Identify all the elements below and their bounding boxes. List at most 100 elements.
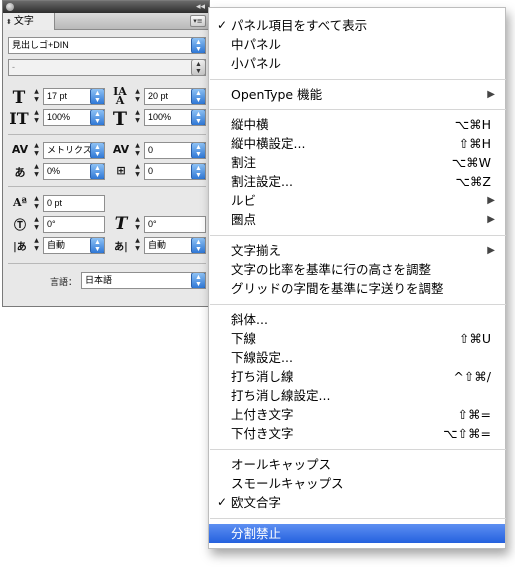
menu-item-no-break[interactable]: 分割禁止 [209, 524, 505, 543]
menu-item-ruby[interactable]: ルビ ▶ [209, 191, 505, 210]
menu-separator [210, 518, 506, 519]
aki-after-stepper[interactable]: ▲ ▼ [133, 237, 142, 254]
mojikumi-value: 0 [148, 166, 154, 176]
font-size-stepper[interactable]: ▲ ▼ [32, 88, 41, 105]
menu-item-kenten[interactable]: 圏点 ▶ [209, 210, 505, 229]
tracking-stepper[interactable]: ▲ ▼ [133, 142, 142, 159]
leading-stepper[interactable]: ▲ ▼ [133, 88, 142, 105]
leading-field[interactable]: 20 pt ▲ ▼ [144, 88, 206, 105]
horizontal-scale-stepper[interactable]: ▲ ▼ [133, 109, 142, 126]
menu-item-strikethrough[interactable]: 打ち消し線 ^⇧⌘/ [209, 367, 505, 386]
tsume-stepper[interactable]: ▲ ▼ [32, 163, 41, 180]
menu-item-small-caps[interactable]: スモールキャップス [209, 474, 505, 493]
leading-value: 20 pt [148, 91, 169, 101]
menu-item-warichu[interactable]: 割注 ⌥⌘W [209, 153, 505, 172]
tracking-icon: AV [112, 143, 130, 156]
tracking-dropdown-button[interactable]: ▲ ▼ [191, 143, 205, 158]
font-size-field[interactable]: 17 pt ▲ ▼ [43, 88, 105, 105]
baseline-shift-stepper[interactable]: ▲ ▼ [32, 195, 41, 212]
font-style-dropdown-button[interactable]: ▲ ▼ [191, 60, 205, 75]
font-size-dropdown-button[interactable]: ▲ ▼ [90, 89, 104, 104]
aki-after-field[interactable]: 自動 ▲ ▼ [144, 237, 206, 254]
menu-separator [210, 449, 506, 450]
menu-item-tatechuyoko-settings[interactable]: 縦中横設定... ⇧⌘H [209, 134, 505, 153]
tsume-dropdown-button[interactable]: ▲ ▼ [90, 164, 104, 179]
kerning-dropdown-button[interactable]: ▲ ▼ [90, 143, 104, 158]
char-rotation-field[interactable]: 0° [43, 216, 105, 233]
tracking-field[interactable]: 0 ▲ ▼ [144, 142, 206, 159]
character-panel: ◂◂ ⬍ 文字 ▾≡ 見出しゴ+DIN ▲ ▼ - ▲ ▼ T ▲ ▼ 17 pt ▲… [2, 0, 210, 307]
aki-before-dropdown-button[interactable]: ▲ ▼ [90, 238, 104, 253]
menu-item-underline[interactable]: 下線 ⇧⌘U [209, 329, 505, 348]
menu-item-underline-settings[interactable]: 下線設定... [209, 348, 505, 367]
mojikumi-dropdown-button[interactable]: ▲ ▼ [191, 164, 205, 179]
aki-before-icon: |あ [13, 242, 27, 253]
menu-item-grid-spacing[interactable]: グリッドの字間を基準に字送りを調整 [209, 279, 505, 298]
skew-field[interactable]: 0° [144, 216, 206, 233]
menu-item-line-height-by-ratio[interactable]: 文字の比率を基準に行の高さを調整 [209, 260, 505, 279]
font-size-icon: T [12, 88, 26, 108]
menu-item-all-caps[interactable]: オールキャップス [209, 455, 505, 474]
submenu-arrow-icon: ▶ [487, 89, 495, 100]
horizontal-scale-value: 100% [148, 112, 172, 122]
menu-item-tatechuyoko[interactable]: 縦中横 ⌥⌘H [209, 115, 505, 134]
collapse-arrows-icon[interactable]: ◂◂ [196, 2, 205, 12]
menu-item-show-all-options[interactable]: ✓ パネル項目をすべて表示 [209, 16, 505, 35]
kerning-field[interactable]: メトリクス ▲ ▼ [43, 142, 105, 159]
language-dropdown[interactable]: 日本語 ▲ ▼ [81, 272, 206, 289]
tab-label: 文字 [13, 15, 34, 27]
submenu-arrow-icon: ▶ [487, 214, 495, 225]
horizontal-scale-field[interactable]: 100% ▲ ▼ [144, 109, 206, 126]
mojikumi-stepper[interactable]: ▲ ▼ [133, 163, 142, 180]
font-family-value: 見出しゴ+DIN [12, 40, 69, 50]
leading-icon: IA A [113, 85, 127, 107]
panel-divider [8, 134, 206, 135]
menu-item-strikethrough-settings[interactable]: 打ち消し線設定... [209, 386, 505, 405]
vertical-scale-field[interactable]: 100% ▲ ▼ [43, 109, 105, 126]
menu-item-character-alignment[interactable]: 文字揃え ▶ [209, 241, 505, 260]
baseline-shift-field[interactable]: 0 pt [43, 195, 105, 212]
menu-separator [210, 304, 506, 305]
close-icon[interactable] [6, 3, 14, 11]
menu-item-italic[interactable]: 斜体... [209, 310, 505, 329]
menu-item-warichu-settings[interactable]: 割注設定... ⌥⌘Z [209, 172, 505, 191]
panel-tabbar: ⬍ 文字 ▾≡ [3, 13, 209, 30]
menu-item-superscript[interactable]: 上付き文字 ⇧⌘= [209, 405, 505, 424]
menu-item-ligatures[interactable]: ✓ 欧文合字 [209, 493, 505, 512]
leading-dropdown-button[interactable]: ▲ ▼ [191, 89, 205, 104]
mojikumi-field[interactable]: 0 ▲ ▼ [144, 163, 206, 180]
menu-separator [210, 79, 506, 80]
menu-item-small-panel[interactable]: 小パネル [209, 54, 505, 73]
kerning-stepper[interactable]: ▲ ▼ [32, 142, 41, 159]
aki-after-icon: あ| [114, 242, 128, 253]
menu-item-subscript[interactable]: 下付き文字 ⌥⇧⌘= [209, 424, 505, 443]
horizontal-scale-dropdown-button[interactable]: ▲ ▼ [191, 110, 205, 125]
menu-item-opentype[interactable]: OpenType 機能 ▶ [209, 85, 505, 104]
panel-menu-button[interactable]: ▾≡ [190, 15, 206, 27]
aki-after-value: 自動 [148, 240, 167, 250]
tsume-field[interactable]: 0% ▲ ▼ [43, 163, 105, 180]
char-rotation-icon: Ⓣ [13, 218, 26, 232]
char-rotation-value: 0° [47, 219, 56, 229]
char-rotation-stepper[interactable]: ▲ ▼ [32, 216, 41, 233]
font-family-dropdown-button[interactable]: ▲ ▼ [191, 38, 205, 53]
panel-titlebar: ◂◂ [3, 1, 209, 13]
vertical-scale-dropdown-button[interactable]: ▲ ▼ [90, 110, 104, 125]
font-family-field[interactable]: 見出しゴ+DIN ▲ ▼ [8, 37, 206, 54]
aki-before-field[interactable]: 自動 ▲ ▼ [43, 237, 105, 254]
aki-after-dropdown-button[interactable]: ▲ ▼ [191, 238, 205, 253]
skew-value: 0° [148, 219, 157, 229]
tsume-icon: あ [14, 166, 26, 179]
vertical-scale-stepper[interactable]: ▲ ▼ [32, 109, 41, 126]
skew-stepper[interactable]: ▲ ▼ [133, 216, 142, 233]
language-value: 日本語 [85, 275, 113, 285]
aki-before-stepper[interactable]: ▲ ▼ [32, 237, 41, 254]
tab-character[interactable]: ⬍ 文字 [3, 13, 55, 30]
vertical-scale-value: 100% [47, 112, 71, 122]
menu-item-medium-panel[interactable]: 中パネル [209, 35, 505, 54]
panel-divider [8, 263, 206, 264]
baseline-shift-value: 0 pt [47, 198, 63, 208]
mojikumi-icon: ⊞ [116, 164, 126, 177]
language-dropdown-button[interactable]: ▲ ▼ [191, 273, 205, 288]
font-style-field[interactable]: - ▲ ▼ [8, 59, 206, 76]
